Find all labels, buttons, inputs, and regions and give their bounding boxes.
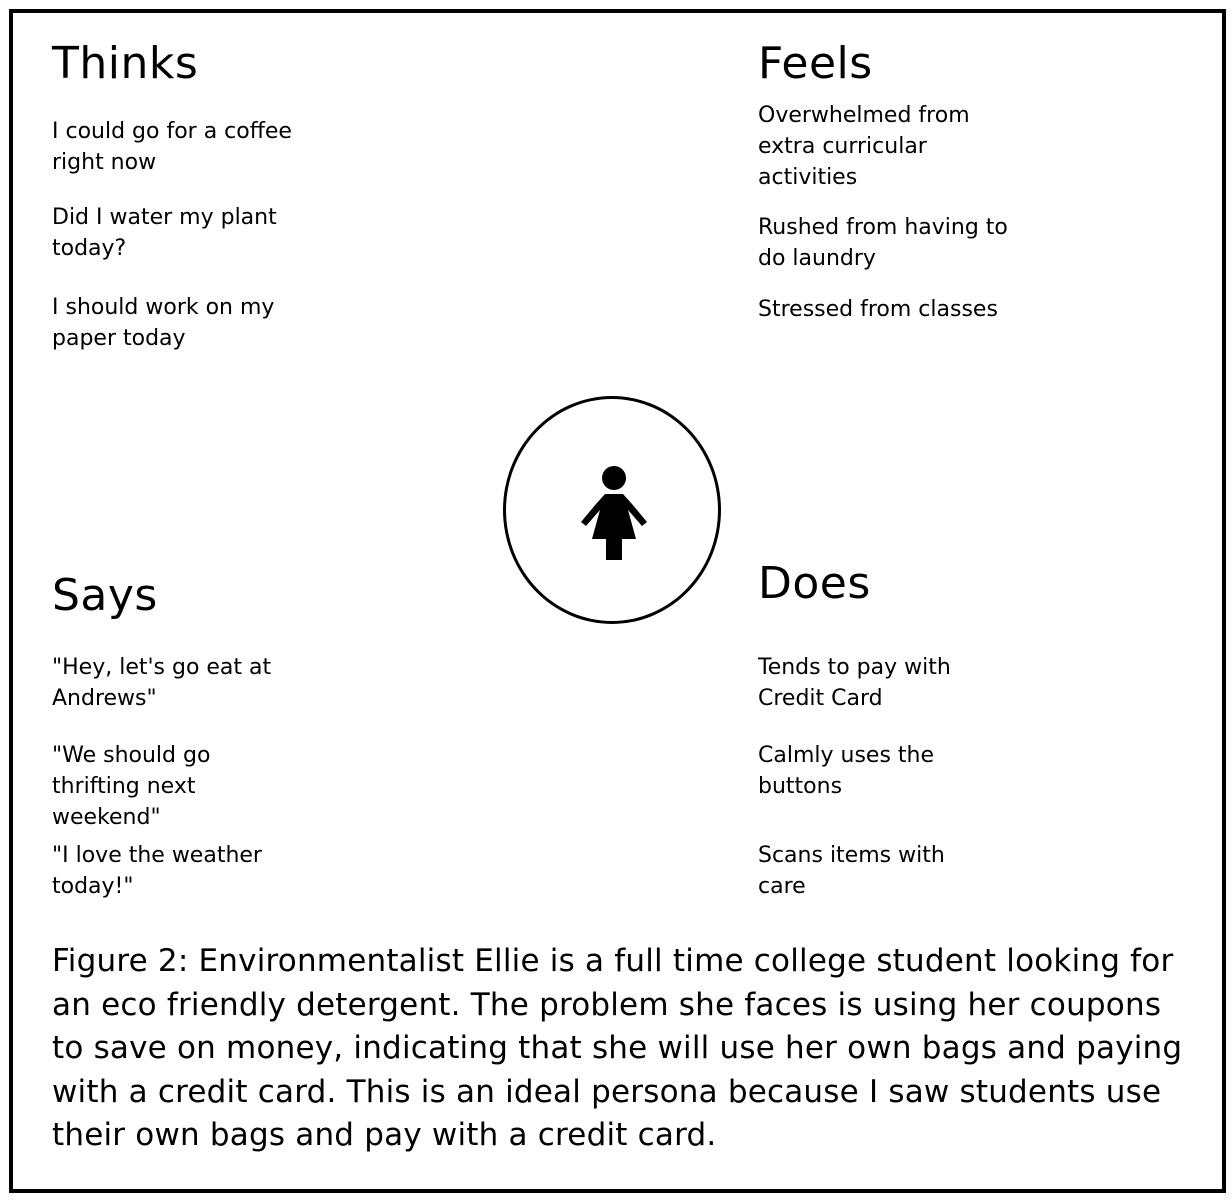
feels-item: Overwhelmed from extra curricular activi… bbox=[758, 103, 970, 190]
does-item: Tends to pay with Credit Card bbox=[758, 655, 951, 711]
thinks-heading: Thinks bbox=[52, 38, 199, 89]
does-heading: Does bbox=[758, 558, 871, 609]
feels-heading: Feels bbox=[758, 38, 873, 89]
feels-item: Rushed from having to do laundry bbox=[758, 215, 1008, 271]
figure-caption: Figure 2: Environmentalist Ellie is a fu… bbox=[52, 943, 1183, 1153]
does-item: Scans items with care bbox=[758, 843, 945, 899]
woman-icon bbox=[581, 466, 647, 560]
thinks-item: Did I water my plant today? bbox=[52, 205, 277, 261]
thinks-item: I could go for a coffee right now bbox=[52, 119, 292, 175]
says-item: "Hey, let's go eat at Andrews" bbox=[52, 655, 272, 711]
says-item: "I love the weather today!" bbox=[52, 843, 262, 899]
says-heading: Says bbox=[52, 570, 158, 621]
does-item: Calmly uses the buttons bbox=[758, 743, 935, 799]
feels-item: Stressed from classes bbox=[758, 297, 998, 322]
thinks-item: I should work on my paper today bbox=[52, 295, 275, 351]
says-item: "We should go thrifting next weekend" bbox=[52, 743, 211, 830]
